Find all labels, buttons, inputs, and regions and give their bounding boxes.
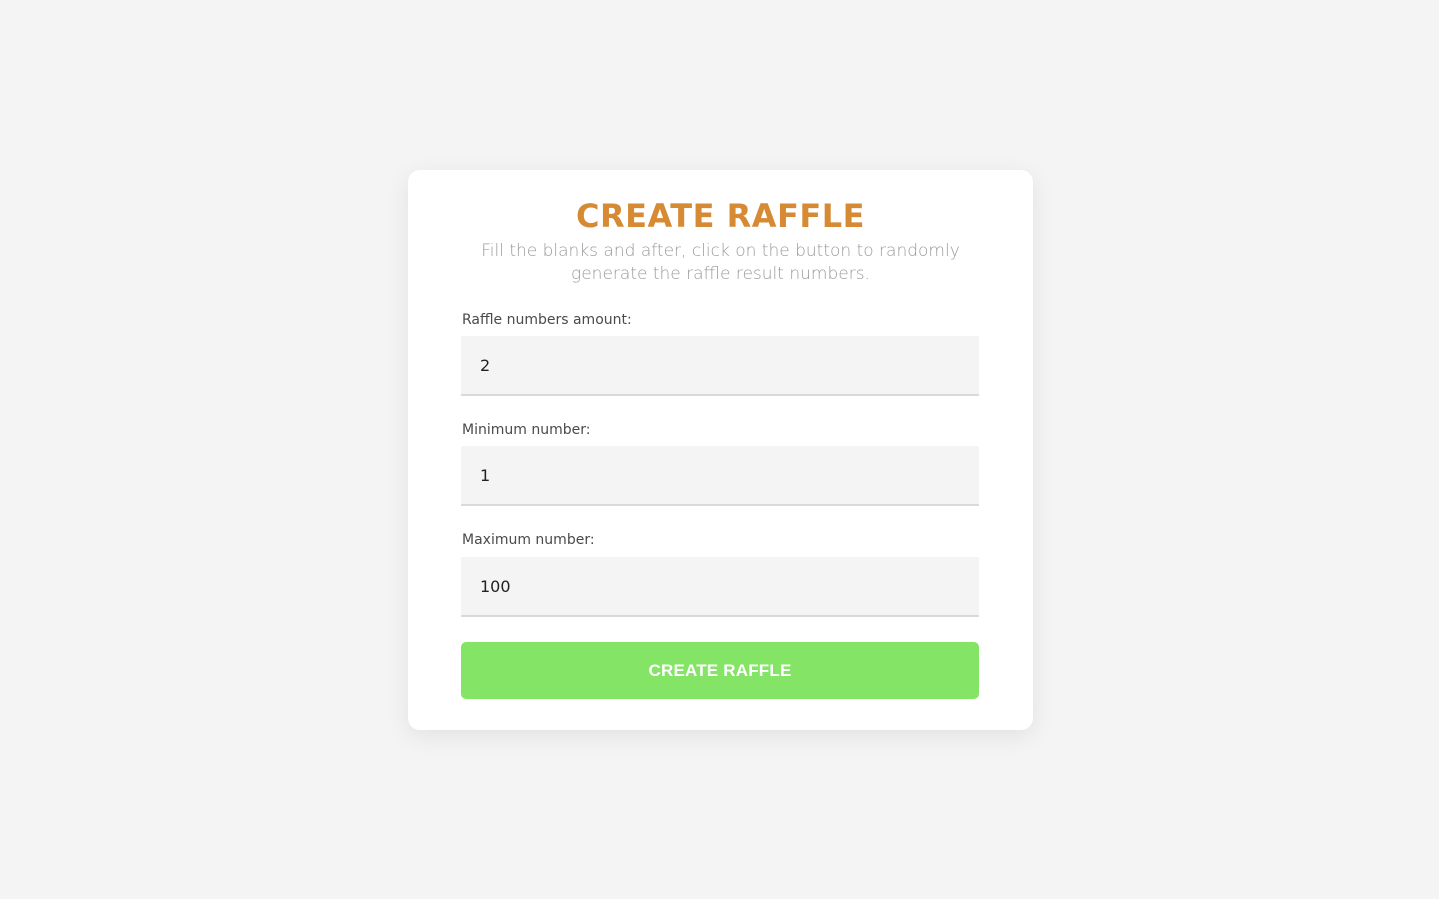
maximum-number-input[interactable] xyxy=(461,557,979,617)
raffle-form-card: CREATE RAFFLE Fill the blanks and after,… xyxy=(408,170,1033,730)
raffle-amount-input[interactable] xyxy=(461,336,979,396)
minimum-number-input[interactable] xyxy=(461,446,979,506)
page-title: CREATE RAFFLE xyxy=(576,197,865,235)
create-raffle-button[interactable]: CREATE RAFFLE xyxy=(461,642,979,699)
minimum-number-label: Minimum number: xyxy=(462,422,591,438)
raffle-amount-label: Raffle numbers amount: xyxy=(462,312,632,328)
maximum-number-label: Maximum number: xyxy=(462,532,595,548)
page-subtitle: Fill the blanks and after, click on the … xyxy=(481,241,960,284)
